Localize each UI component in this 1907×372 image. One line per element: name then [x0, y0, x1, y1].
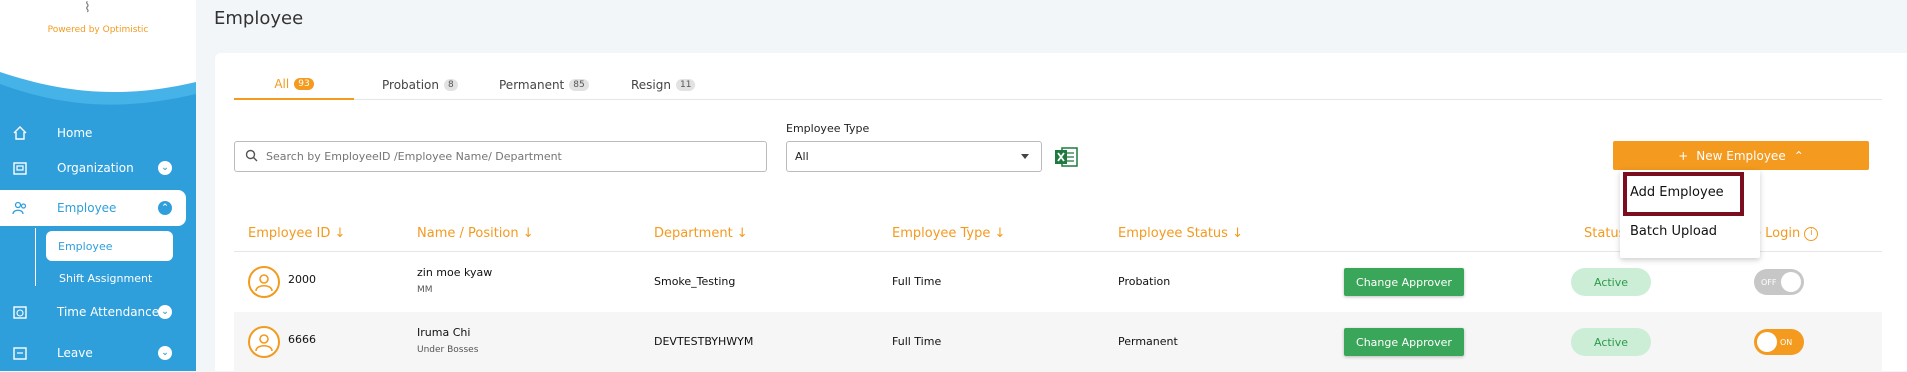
employee-name[interactable]: Iruma Chi: [417, 326, 470, 339]
sidebar-item-label: Employee: [57, 201, 117, 215]
toggle-knob: [1757, 332, 1777, 352]
department: DEVTESTBYHWYM: [654, 335, 754, 348]
column-employee-id[interactable]: Employee ID ↓: [248, 226, 345, 241]
clock-icon: [12, 304, 28, 320]
status-badge: Active: [1571, 268, 1651, 296]
tab-count: 11: [676, 79, 696, 91]
tab-probation[interactable]: Probation 8: [382, 70, 458, 100]
employee-status: Permanent: [1118, 335, 1178, 348]
change-approver-button[interactable]: Change Approver: [1344, 268, 1464, 296]
employee-name[interactable]: zin moe kyaw: [417, 266, 492, 279]
column-login: e Login i: [1753, 226, 1819, 241]
employee-status: Probation: [1118, 275, 1171, 288]
tab-resign[interactable]: Resign 11: [631, 70, 696, 100]
sidebar-item-label: Organization: [57, 161, 134, 175]
leave-icon: [12, 345, 28, 361]
chevron-up-icon: ⌃: [1793, 148, 1804, 163]
column-department[interactable]: Department ↓: [654, 226, 748, 241]
tab-label: All: [274, 77, 290, 91]
sidebar-item-employee[interactable]: Employee ⌃: [0, 190, 186, 226]
tab-bar: All 93 Probation 8 Permanent 85 Resign 1…: [234, 70, 1882, 100]
table-row: 6666 Iruma Chi Under Bosses DEVTESTBYHWY…: [234, 312, 1882, 372]
employee-position: MM: [417, 285, 433, 295]
tab-count: 8: [444, 79, 458, 91]
new-employee-button[interactable]: + New Employee ⌃: [1613, 141, 1869, 170]
chevron-down-icon[interactable]: ⌄: [158, 161, 172, 175]
chevron-down-icon[interactable]: ⌄: [158, 305, 172, 319]
login-toggle[interactable]: OFF: [1754, 269, 1804, 295]
sidebar-item-label: Leave: [57, 346, 93, 360]
search-box[interactable]: [234, 141, 767, 172]
sidebar-item-organization[interactable]: Organization ⌄: [0, 150, 196, 186]
chevron-up-icon[interactable]: ⌃: [158, 201, 172, 215]
logo-icon: ⌇: [84, 0, 91, 16]
column-employee-status[interactable]: Employee Status ↓: [1118, 226, 1243, 241]
tab-count: 93: [294, 78, 314, 90]
sidebar-item-leave[interactable]: Leave ⌄: [0, 335, 196, 371]
highlight-box: [1623, 172, 1744, 216]
login-toggle[interactable]: ON: [1754, 329, 1804, 355]
employee-type-select[interactable]: All: [786, 141, 1042, 172]
organization-icon: [12, 160, 28, 176]
search-input[interactable]: [266, 150, 746, 163]
home-icon: [12, 125, 28, 141]
powered-by: Powered by Optimistic: [47, 25, 149, 35]
column-employee-type[interactable]: Employee Type ↓: [892, 226, 1005, 241]
caret-down-icon: [1021, 154, 1029, 159]
search-icon: [245, 147, 258, 166]
change-approver-button[interactable]: Change Approver: [1344, 328, 1464, 356]
tab-label: Resign: [631, 78, 671, 92]
employee-type: Full Time: [892, 335, 942, 348]
employee-id: 2000: [288, 273, 316, 286]
employee-icon: [12, 200, 28, 216]
sidebar-item-home[interactable]: Home: [0, 115, 196, 151]
submenu-line: [35, 228, 36, 286]
employee-type: Full Time: [892, 275, 942, 288]
tab-permanent[interactable]: Permanent 85: [499, 70, 589, 100]
new-employee-label: New Employee: [1696, 148, 1786, 163]
column-name-position[interactable]: Name / Position ↓: [417, 226, 534, 241]
employee-type-label: Employee Type: [786, 122, 870, 135]
plus-icon: +: [1678, 148, 1689, 163]
toggle-knob: [1781, 272, 1801, 292]
excel-export-icon[interactable]: [1054, 146, 1078, 168]
sidebar-subitem-shift-assignment[interactable]: Shift Assignment: [59, 272, 152, 285]
employee-id: 6666: [288, 333, 316, 346]
tab-count: 85: [569, 79, 589, 91]
sidebar: ⌇ Powered by Optimistic Home Organizatio…: [0, 0, 196, 371]
tab-all[interactable]: All 93: [234, 70, 354, 100]
toggle-label: OFF: [1761, 277, 1777, 287]
sidebar-item-time-attendance[interactable]: Time Attendance ⌄: [0, 294, 196, 330]
tab-label: Probation: [382, 78, 439, 92]
department: Smoke_Testing: [654, 275, 736, 288]
sidebar-item-label: Time Attendance: [57, 305, 160, 319]
table-row: 2000 zin moe kyaw MM Smoke_Testing Full …: [234, 252, 1882, 312]
tab-label: Permanent: [499, 78, 565, 92]
avatar: [248, 266, 280, 298]
menu-item-batch-upload[interactable]: Batch Upload: [1630, 224, 1717, 239]
info-icon[interactable]: i: [1804, 226, 1819, 241]
page-title: Employee: [214, 8, 304, 29]
sidebar-subitem-employee[interactable]: Employee: [46, 231, 173, 261]
avatar: [248, 326, 280, 358]
employee-position: Under Bosses: [417, 345, 479, 355]
sidebar-item-label: Home: [57, 126, 93, 140]
chevron-down-icon[interactable]: ⌄: [158, 346, 172, 360]
toggle-label: ON: [1780, 337, 1793, 347]
employee-type-value: All: [795, 150, 809, 163]
status-badge: Active: [1571, 328, 1651, 356]
